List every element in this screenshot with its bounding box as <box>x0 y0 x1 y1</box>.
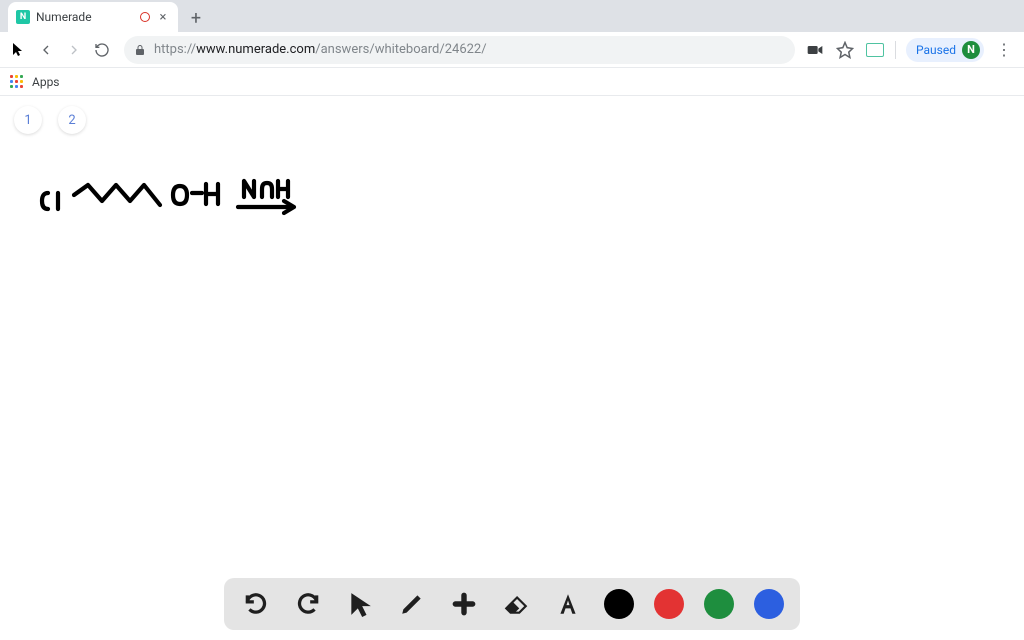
page-button-1[interactable]: 1 <box>14 106 42 134</box>
bookmarks-bar: Apps <box>0 68 1024 96</box>
cursor-icon <box>6 38 30 62</box>
page-button-2[interactable]: 2 <box>58 106 86 134</box>
url-host: www.numerade.com <box>196 42 315 57</box>
color-red[interactable] <box>654 589 684 619</box>
eraser-tool[interactable] <box>500 588 532 620</box>
new-tab-button[interactable]: + <box>182 4 210 32</box>
redo-button[interactable] <box>292 588 324 620</box>
add-tool[interactable] <box>448 588 480 620</box>
browser-tab[interactable]: N Numerade × <box>8 2 178 32</box>
pen-tool[interactable] <box>396 588 428 620</box>
tab-audio-indicator[interactable] <box>140 12 150 22</box>
pointer-tool[interactable] <box>344 588 376 620</box>
lock-icon <box>134 44 146 56</box>
color-black[interactable] <box>604 589 634 619</box>
page-switcher: 1 2 <box>14 106 86 134</box>
tab-close-icon[interactable]: × <box>156 10 170 24</box>
color-green[interactable] <box>704 589 734 619</box>
url-protocol: https:// <box>154 42 196 57</box>
profile-chip[interactable]: Paused N <box>906 38 984 62</box>
profile-status: Paused <box>916 43 956 57</box>
apps-label[interactable]: Apps <box>32 75 60 89</box>
url-text: https://www.numerade.com/answers/whitebo… <box>154 42 487 57</box>
forward-button[interactable] <box>62 38 86 62</box>
address-bar[interactable]: https://www.numerade.com/answers/whitebo… <box>124 36 795 64</box>
whiteboard-drawing <box>38 171 318 231</box>
browser-toolbar: https://www.numerade.com/answers/whitebo… <box>0 32 1024 68</box>
cast-icon[interactable] <box>865 40 885 60</box>
tab-title: Numerade <box>36 10 134 24</box>
whiteboard-toolbar <box>224 578 800 630</box>
url-path: /answers/whiteboard/24622/ <box>315 42 486 57</box>
avatar: N <box>962 41 980 59</box>
star-icon[interactable] <box>835 40 855 60</box>
camera-icon[interactable] <box>805 40 825 60</box>
reload-button[interactable] <box>90 38 114 62</box>
text-tool[interactable] <box>552 588 584 620</box>
whiteboard-content: 1 2 <box>0 96 1024 640</box>
separator <box>895 41 896 59</box>
apps-icon[interactable] <box>10 75 24 89</box>
browser-tab-strip: N Numerade × + <box>0 0 1024 32</box>
back-button[interactable] <box>34 38 58 62</box>
menu-icon[interactable]: ⋮ <box>994 40 1014 59</box>
color-blue[interactable] <box>754 589 784 619</box>
tab-favicon: N <box>16 10 30 24</box>
undo-button[interactable] <box>240 588 272 620</box>
